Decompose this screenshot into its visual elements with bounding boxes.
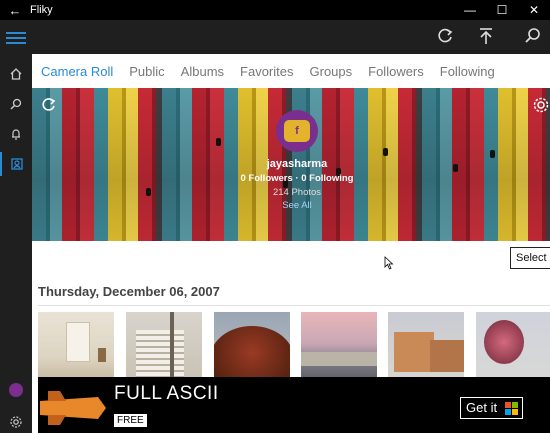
ad-logo-icon [40, 387, 106, 429]
thumb-house [394, 332, 434, 372]
banner-door-handle [216, 138, 221, 146]
tab-camera-roll[interactable]: Camera Roll [41, 64, 113, 79]
camera-roll-icon[interactable] [0, 152, 32, 176]
close-button[interactable]: ✕ [518, 3, 550, 17]
photo-thumbnail[interactable] [126, 312, 202, 382]
flickr-logo-icon: f [284, 120, 310, 142]
mouse-cursor-icon [384, 256, 394, 270]
thumb-stairs [136, 330, 184, 382]
banner-refresh-icon[interactable] [40, 96, 58, 114]
gear-icon[interactable] [9, 415, 23, 429]
ad-price-badge: FREE [114, 414, 147, 427]
banner-door-handle [490, 150, 495, 158]
windows-logo-icon [505, 402, 518, 415]
flickr-profile-icon[interactable] [9, 383, 23, 397]
profile-card: f jayasharma 0 Followers · 0 Following 2… [232, 110, 362, 211]
search-icon[interactable] [522, 26, 544, 48]
get-it-label: Get it [466, 400, 498, 415]
select-button[interactable]: Select [510, 247, 550, 269]
tab-groups[interactable]: Groups [310, 64, 353, 79]
section-divider [38, 305, 550, 306]
profile-photo-count: 214 Photos [272, 187, 322, 198]
thumb-tree [484, 320, 524, 364]
window-title: Fliky [30, 4, 53, 16]
refresh-icon[interactable] [434, 26, 456, 48]
left-navigation-bottom [0, 377, 32, 433]
home-icon[interactable] [0, 62, 32, 86]
ad-title: FULL ASCII [114, 383, 219, 404]
app-bar [0, 20, 550, 54]
photo-thumbnail[interactable] [301, 312, 377, 382]
photo-thumbnail[interactable] [388, 312, 464, 382]
thumb-railing [170, 312, 174, 382]
photo-thumbnail[interactable] [214, 312, 290, 382]
thumb-tree [214, 326, 290, 382]
see-all-link[interactable]: See All [232, 200, 362, 211]
hamburger-icon[interactable] [6, 29, 26, 45]
photo-thumbnail[interactable] [38, 312, 114, 382]
avatar[interactable]: f [276, 110, 318, 152]
thumb-lamp [98, 348, 106, 362]
section-date-header: Thursday, December 06, 2007 [38, 284, 220, 299]
profile-username: jayasharma [266, 158, 328, 170]
tab-albums[interactable]: Albums [181, 64, 224, 79]
photo-thumbnail[interactable] [476, 312, 550, 382]
maximize-button[interactable]: ☐ [486, 3, 518, 17]
bell-icon[interactable] [0, 122, 32, 146]
banner-door-handle [146, 188, 151, 196]
ad-banner[interactable]: FULL ASCII FREE Get it [38, 377, 550, 433]
window-titlebar: ← Fliky — ☐ ✕ [0, 0, 550, 20]
thumb-door [66, 322, 90, 362]
thumb-house [430, 340, 464, 372]
tab-public[interactable]: Public [129, 64, 164, 79]
get-it-button[interactable]: Get it [460, 397, 523, 419]
profile-banner: f jayasharma 0 Followers · 0 Following 2… [32, 88, 550, 241]
banner-door-handle [383, 148, 388, 156]
nav-search-icon[interactable] [0, 92, 32, 116]
banner-gear-icon[interactable] [532, 96, 550, 114]
tab-followers[interactable]: Followers [368, 64, 424, 79]
upload-icon[interactable] [475, 26, 497, 48]
profile-follow-stats: 0 Followers · 0 Following [240, 173, 354, 184]
banner-door-handle [453, 164, 458, 172]
tab-favorites[interactable]: Favorites [240, 64, 293, 79]
tab-following[interactable]: Following [440, 64, 495, 79]
tab-bar: Camera Roll Public Albums Favorites Grou… [32, 54, 550, 88]
thumb-buildings [301, 352, 377, 366]
back-arrow-icon[interactable]: ← [0, 3, 30, 18]
minimize-button[interactable]: — [454, 3, 486, 17]
